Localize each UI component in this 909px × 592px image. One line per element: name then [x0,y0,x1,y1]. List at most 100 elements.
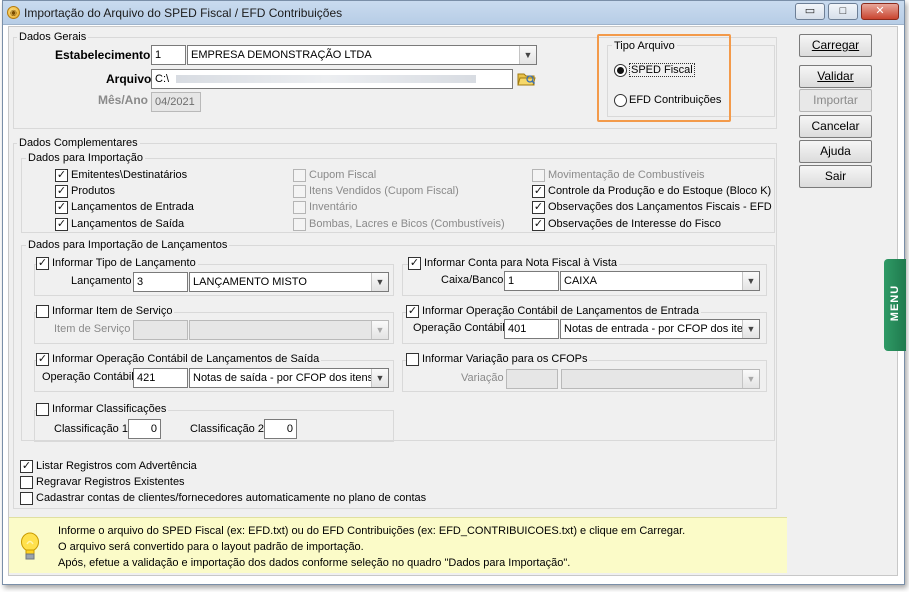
info-line-1: Informe o arquivo do SPED Fiscal (ex: EF… [58,525,686,537]
produtos-label: Produtos [71,185,116,197]
info-panel: Informe o arquivo do SPED Fiscal (ex: EF… [9,517,787,573]
op-entrada-value: Notas de entrada - por CFOP dos itens [564,323,755,335]
conta-vista-title: Informar Conta para Nota Fiscal à Vista [424,257,617,269]
op-saida-checkbox[interactable]: ✓ Informar Operação Contábil de Lançament… [36,353,322,367]
caixa-banco-combo[interactable]: CAIXA ▼ [560,271,760,291]
classificacao2-field[interactable]: 0 [264,419,297,439]
checkbox-empty-icon [406,353,419,366]
lancamentos-entrada-label: Lançamentos de Entrada [71,201,194,213]
emitentes-checkbox[interactable]: ✓ Emitentes\Destinatários [55,169,187,183]
observacoes-lancamentos-checkbox[interactable]: ✓ Observações dos Lançamentos Fiscais - E… [532,201,772,215]
checkbox-checked-icon: ✓ [55,218,68,231]
op-entrada-code-field[interactable]: 401 [504,319,559,339]
op-entrada-checkbox[interactable]: ✓ Informar Operação Contábil de Lançament… [406,305,701,319]
bloco-k-checkbox[interactable]: ✓ Controle da Produção e do Estoque (Bloc… [532,185,771,199]
checkbox-empty-icon [293,218,306,231]
checkbox-empty-icon [293,201,306,214]
cadastrar-contas-checkbox[interactable]: Cadastrar contas de clientes/fornecedore… [20,492,426,506]
checkbox-empty-icon [293,185,306,198]
chevron-down-icon: ▼ [371,273,388,291]
minimize-icon: ▭ [804,5,816,17]
checkbox-empty-icon [293,169,306,182]
movimentacao-combustiveis-label: Movimentação de Combustíveis [548,169,705,181]
inventario-checkbox: Inventário [293,201,357,215]
regravar-registros-checkbox[interactable]: Regravar Registros Existentes [20,476,185,490]
lancamento-value: LANÇAMENTO MISTO [193,276,307,288]
close-icon: ✕ [875,5,885,17]
observacoes-lancamentos-label: Observações dos Lançamentos Fiscais - EF… [548,201,772,213]
arquivo-label: Arquivo [106,72,152,86]
emitentes-label: Emitentes\Destinatários [71,169,188,181]
chevron-down-icon: ▼ [519,46,536,64]
ajuda-label: Ajuda [820,144,851,158]
regravar-registros-label: Regravar Registros Existentes [36,476,185,488]
checkbox-checked-icon: ✓ [532,218,545,231]
cupom-fiscal-label: Cupom Fiscal [309,169,377,181]
estabelecimento-code-field[interactable]: 1 [151,45,186,65]
estabelecimento-name: EMPRESA DEMONSTRAÇÃO LTDA [191,49,372,61]
op-saida-combo[interactable]: Notas de saída - por CFOP dos itens ▼ [189,368,389,388]
itens-vendidos-checkbox: Itens Vendidos (Cupom Fiscal) [293,185,459,199]
listar-advertencia-checkbox[interactable]: ✓ Listar Registros com Advertência [20,460,197,474]
mes-ano-field: 04/2021 [151,92,201,112]
cadastrar-contas-label: Cadastrar contas de clientes/fornecedore… [36,492,427,504]
bombas-checkbox: Bombas, Lacres e Bicos (Combustíveis) [293,218,505,232]
checkbox-checked-icon: ✓ [20,460,33,473]
inventario-label: Inventário [309,201,358,213]
minimize-button[interactable]: ▭ [795,3,825,20]
checkbox-checked-icon: ✓ [55,201,68,214]
sair-label: Sair [824,169,847,183]
lancamentos-entrada-checkbox[interactable]: ✓ Lançamentos de Entrada [55,201,194,215]
classificacao1-field[interactable]: 0 [128,419,161,439]
dados-complementares-legend: Dados Complementares [17,137,140,149]
tipo-arquivo-highlight [597,34,731,122]
estabelecimento-label: Estabelecimento [55,48,151,62]
cancelar-label: Cancelar [811,119,860,133]
menu-tab-label: MENU [889,284,901,322]
classificacoes-title: Informar Classificações [52,403,167,415]
op-saida-code-field[interactable]: 421 [133,368,188,388]
folder-open-icon[interactable] [517,70,536,88]
checkbox-checked-icon: ✓ [408,257,421,270]
sair-button[interactable]: Sair [799,165,872,188]
checkbox-empty-icon [20,476,33,489]
chevron-down-icon: ▼ [742,272,759,290]
lancamentos-saida-checkbox[interactable]: ✓ Lançamentos de Saída [55,218,184,232]
lancamento-combo[interactable]: LANÇAMENTO MISTO ▼ [189,272,389,292]
conta-vista-checkbox[interactable]: ✓ Informar Conta para Nota Fiscal à Vista [408,257,619,271]
importar-button: Importar [799,89,872,112]
tipo-lancamento-checkbox[interactable]: ✓ Informar Tipo de Lançamento [36,257,198,271]
op-saida-value: Notas de saída - por CFOP dos itens [193,372,374,384]
lancamento-label: Lançamento [71,275,132,287]
menu-side-tab[interactable]: MENU [884,259,906,351]
variacao-label: Variação [461,372,504,384]
op-entrada-combo[interactable]: Notas de entrada - por CFOP dos itens ▼ [560,319,760,339]
estabelecimento-combo[interactable]: EMPRESA DEMONSTRAÇÃO LTDA ▼ [187,45,537,65]
classificacoes-checkbox[interactable]: Informar Classificações [36,403,169,417]
chevron-down-icon: ▼ [742,370,759,388]
carregar-button[interactable]: Carregar [799,34,872,57]
cancelar-button[interactable]: Cancelar [799,115,872,138]
validar-button[interactable]: Validar [799,65,872,88]
ajuda-button[interactable]: Ajuda [799,140,872,163]
caixa-banco-code-field[interactable]: 1 [504,271,559,291]
caixa-banco-value: CAIXA [564,275,598,287]
checkbox-checked-icon: ✓ [36,257,49,270]
variacao-code-field [506,369,558,389]
lancamento-code-field[interactable]: 3 [133,272,188,292]
restore-button[interactable]: □ [828,3,858,20]
arquivo-field[interactable]: C:\ [151,69,513,89]
item-servico-checkbox[interactable]: Informar Item de Serviço [36,305,175,319]
variacao-checkbox[interactable]: Informar Variação para os CFOPs [406,353,590,367]
dados-importacao-legend: Dados para Importação [26,152,145,164]
produtos-checkbox[interactable]: ✓ Produtos [55,185,115,199]
close-button[interactable]: ✕ [861,3,899,20]
tipo-lancamento-title: Informar Tipo de Lançamento [52,257,196,269]
app-icon: ◉ [7,6,20,19]
mes-ano-label: Mês/Ano [98,93,149,107]
op-saida-title: Informar Operação Contábil de Lançamento… [52,353,320,365]
caixa-banco-label: Caixa/Banco [441,274,504,286]
validar-label: Validar [817,69,854,83]
checkbox-checked-icon: ✓ [532,185,545,198]
observacoes-fisco-checkbox[interactable]: ✓ Observações de Interesse do Fisco [532,218,721,232]
